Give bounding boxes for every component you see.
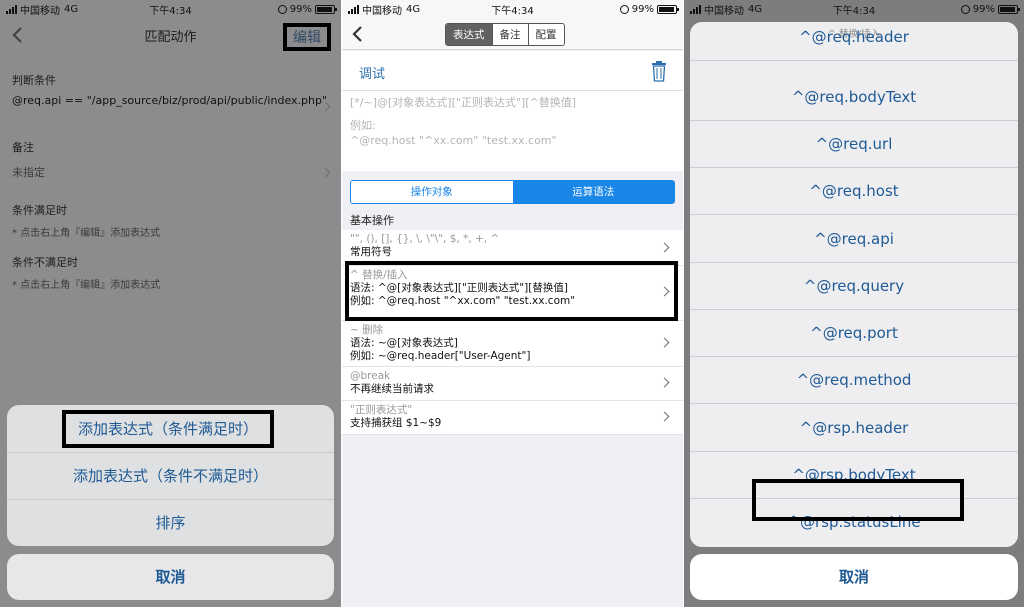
option-req-bodytext[interactable]: ^@req.bodyText [690, 74, 1018, 121]
carrier-label: 中国移动 [362, 5, 402, 17]
cancel-button[interactable]: 取消 [690, 554, 1018, 600]
segment-config[interactable]: 配置 [527, 24, 564, 45]
action-sheet: 添加表达式（条件满足时） 添加表达式（条件不满足时） 排序 [7, 405, 334, 546]
chevron-right-icon [320, 101, 331, 112]
highlight-frame [752, 479, 964, 521]
expression-placeholder: [*/~]@[对象表达式]["正则表达式"][^替换值] [350, 96, 577, 109]
hint-true: * 点击右上角『编辑』添加表达式 [12, 228, 161, 239]
option-rsp-header[interactable]: ^@rsp.header [690, 405, 1018, 452]
battery-percent: 99% [631, 3, 654, 15]
carrier-label: 中国移动 [704, 5, 744, 17]
op-break[interactable]: @break 不再继续当前请求 [342, 367, 683, 401]
network-label: 4G [406, 3, 421, 15]
option-req-url[interactable]: ^@req.url [690, 121, 1018, 168]
back-arrow-icon[interactable] [348, 23, 368, 45]
add-expression-false-button[interactable]: 添加表达式（条件不满足时） [7, 452, 334, 499]
op-desc: 支持捕获组 $1~$9 [350, 417, 442, 429]
picker-sheet: ^ 替换/插入 ^@req.header ^@req.bodyText ^@re… [690, 22, 1018, 547]
signal-icon [6, 4, 17, 14]
segmented-control: 表达式 备注 配置 [445, 23, 565, 46]
op-title: @break [350, 370, 391, 382]
op-delete[interactable]: ~ 删除 语法: ~@[对象表达式] 例如: ~@req.header["Use… [342, 321, 683, 367]
op-syntax: 语法: ~@[对象表达式] [350, 337, 458, 349]
cancel-button[interactable]: 取消 [7, 554, 334, 600]
debug-bar: 调试 [342, 51, 683, 91]
sort-button[interactable]: 排序 [7, 499, 334, 546]
segment-expression[interactable]: 表达式 [446, 24, 492, 45]
op-title: "", (), [], {}, \, \"\", $, *, +, ^ [350, 233, 500, 245]
nav-bar: 匹配动作 编辑 [0, 18, 341, 52]
op-regex[interactable]: "正则表达式" 支持捕获组 $1~$9 [342, 401, 683, 435]
debug-button[interactable]: 调试 [359, 63, 385, 82]
add-expression-true-button[interactable]: 添加表达式（条件满足时） [62, 410, 274, 448]
op-desc: 不再继续当前请求 [350, 383, 434, 395]
op-desc: 常用符号 [350, 246, 392, 258]
highlight-frame [345, 261, 678, 321]
option-req-host[interactable]: ^@req.host [690, 168, 1018, 215]
section-condition-header: 判断条件 [12, 74, 56, 87]
expression-input[interactable]: [*/~]@[对象表达式]["正则表达式"][^替换值] 例如: ^@req.h… [342, 91, 683, 171]
option-req-port[interactable]: ^@req.port [690, 310, 1018, 357]
option-req-method[interactable]: ^@req.method [690, 357, 1018, 404]
section-false-header: 条件不满足时 [12, 256, 78, 269]
option-req-query[interactable]: ^@req.query [690, 263, 1018, 310]
network-label: 4G [748, 3, 763, 15]
reference-tabs: 操作对象 运算语法 [350, 180, 675, 204]
trash-icon[interactable] [651, 60, 667, 82]
network-label: 4G [64, 3, 79, 15]
note-row[interactable]: 未指定 [0, 164, 341, 184]
signal-icon [348, 4, 359, 14]
battery-percent: 99% [972, 3, 995, 15]
condition-value: @req.api == "/app_source/biz/prod/api/pu… [12, 94, 328, 107]
section-true-header: 条件满足时 [12, 204, 67, 217]
tab-syntax[interactable]: 运算语法 [512, 181, 674, 203]
op-title: "正则表达式" [350, 404, 413, 416]
option-req-header[interactable]: ^@req.header [690, 22, 1018, 61]
condition-row[interactable]: @req.api == "/app_source/biz/prod/api/pu… [0, 93, 341, 129]
battery-icon [998, 4, 1020, 14]
expression-editor-screen: 中国移动 4G 下午4:34 99% 表达式 备注 配置 调试 [*/~]@[对… [342, 0, 683, 607]
battery-icon [315, 4, 337, 14]
battery-icon [657, 4, 679, 14]
nav-bar: 表达式 备注 配置 [342, 18, 683, 50]
status-bar: 中国移动 4G 下午4:34 99% [342, 0, 683, 18]
option-req-api[interactable]: ^@req.api [690, 216, 1018, 263]
status-bar: 中国移动 4G 下午4:34 99% [0, 0, 341, 18]
tab-operands[interactable]: 操作对象 [351, 181, 513, 203]
hint-false: * 点击右上角『编辑』添加表达式 [12, 280, 161, 291]
page-title: 匹配动作 [144, 29, 197, 45]
example-label: 例如: [350, 119, 376, 132]
signal-icon [690, 4, 701, 14]
edit-button[interactable]: 编辑 [283, 23, 331, 51]
basic-ops-header: 基本操作 [350, 214, 394, 227]
carrier-label: 中国移动 [20, 5, 60, 17]
back-arrow-icon[interactable] [8, 24, 28, 46]
section-note-header: 备注 [12, 141, 34, 154]
chevron-right-icon [320, 167, 331, 178]
segment-note[interactable]: 备注 [491, 24, 528, 45]
battery-percent: 99% [289, 3, 312, 15]
replace-target-picker-screen: 中国移动 4G 下午4:34 99% ^ 替换/插入 ^@req.header … [684, 0, 1024, 607]
rotation-lock-icon [277, 4, 287, 14]
rotation-lock-icon [619, 4, 629, 14]
rotation-lock-icon [960, 4, 970, 14]
match-action-screen: 中国移动 4G 下午4:34 99% 匹配动作 编辑 判断条件 @req.api… [0, 0, 341, 607]
note-value: 未指定 [12, 166, 45, 179]
op-title: ~ 删除 [350, 324, 384, 336]
example-value: ^@req.host "^xx.com" "test.xx.com" [350, 134, 557, 147]
status-bar: 中国移动 4G 下午4:34 99% [684, 0, 1024, 18]
op-example: 例如: ~@req.header["User-Agent"] [350, 350, 531, 362]
